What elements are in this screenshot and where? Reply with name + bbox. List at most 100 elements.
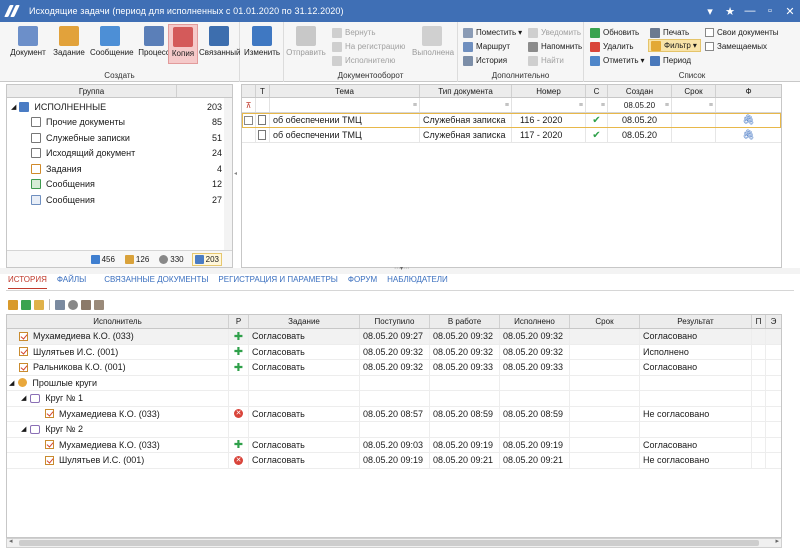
filter-theme[interactable]: ≡ [270,98,420,112]
to-executor-button[interactable]: Исполнителю [332,54,395,67]
notify-button[interactable]: Уведомить [528,26,581,39]
col-type[interactable]: Т [256,85,270,97]
scrollbar-thumb[interactable] [19,540,759,546]
favorite-star-icon[interactable]: ★ [720,5,740,18]
col-deadline[interactable]: Срок [570,315,640,328]
edit-button[interactable]: Изменить [242,24,282,64]
table-row[interactable]: об обеспечении ТМЦ Служебная записка 117… [242,128,781,143]
filter-number[interactable]: ≡ [512,98,586,112]
col-number[interactable]: Номер [512,85,586,97]
collapse-triangle-icon[interactable]: ◢ [9,379,14,387]
table-row[interactable]: Шулятьев И.С. (001) ✕ Согласовать 08.05.… [7,453,781,469]
tree-item-memos[interactable]: Служебные записки 51 [7,130,232,146]
close-button[interactable]: ✕ [780,5,800,18]
clock-icon[interactable] [68,299,78,310]
clear-filter-icon[interactable]: ⊼ [242,98,256,112]
find-button[interactable]: Найти [528,54,564,67]
table-row[interactable]: Мухамедиева К.О. (033) ✕ Согласовать 08.… [7,406,781,422]
col-p[interactable]: П [752,315,766,328]
tree-item-tasks[interactable]: Задания 4 [7,161,232,177]
collapse-triangle-icon[interactable]: ◢ [11,103,16,111]
scroll-right-icon[interactable]: ▸ [775,537,779,545]
col-theme[interactable]: Тема [270,85,420,97]
splitter-grip-icon[interactable]: ⋯▾⋯ [394,265,409,272]
footer-counter-clock[interactable]: 330 [157,253,185,266]
attachment-clip-icon[interactable]: 🖇 [716,128,781,142]
print-preview-icon[interactable] [55,299,65,310]
col-result[interactable]: Результат [640,315,752,328]
tab-files[interactable]: ФАЙЛЫ [57,275,86,289]
filter-files[interactable] [716,98,781,112]
filter-doc-type[interactable]: ≡ [420,98,512,112]
history-button[interactable]: История [463,54,507,67]
footer-counter-all[interactable]: 203 [191,252,222,266]
col-created[interactable]: Создан [608,85,672,97]
tree-node-round-1[interactable]: ◢ Круг № 1 [7,391,781,407]
col-e[interactable]: Э [766,315,781,328]
filter-button[interactable]: Фильтр ▾ [648,39,701,52]
filter-menu-icon[interactable]: ≡ [665,102,669,109]
task-button[interactable]: Задание [49,24,89,64]
tree-item-messages-2[interactable]: Сообщения 27 [7,192,232,208]
linked-button[interactable]: Связанный [199,24,240,64]
filter-deadline[interactable]: ≡ [672,98,716,112]
return-button[interactable]: Вернуть [332,26,375,39]
filter-menu-icon[interactable]: ≡ [601,102,605,109]
route-button[interactable]: Маршрут [463,40,510,53]
mark-button[interactable]: Отметить ▾ [590,54,645,67]
menu-icon[interactable]: ▾ [700,5,720,18]
col-status[interactable]: С [586,85,608,97]
tab-linked-docs[interactable]: СВЯЗАННЫЕ ДОКУМЕНТЫ [104,275,208,289]
col-done[interactable]: Исполнено [500,315,570,328]
table-row[interactable]: Шулятьев И.С. (001) ✚ Согласовать 08.05.… [7,344,781,360]
footer-counter-sent[interactable]: 456 [89,253,117,266]
tree-item-messages-1[interactable]: Сообщения 12 [7,177,232,193]
filter-menu-icon[interactable]: ≡ [505,102,509,109]
folder-icon[interactable] [34,299,44,310]
copy-button[interactable]: Копия [168,24,198,64]
col-deadline[interactable]: Срок [672,85,716,97]
tree-node-past-rounds[interactable]: ◢ Прошлые круги [7,375,781,391]
col-inwork[interactable]: В работе [430,315,500,328]
history-horizontal-scrollbar[interactable]: ◂ ▸ [6,538,782,548]
send-button[interactable]: Отправить [286,24,326,64]
substitutes-checkbox[interactable]: Замещаемых [705,40,767,53]
footer-counter-edited[interactable]: 126 [123,253,151,266]
table-row[interactable]: Ральникова К.О. (001) ✚ Согласовать 08.0… [7,360,781,376]
to-registration-button[interactable]: На регистрацию [332,40,405,53]
group-panel-scrollbar[interactable] [224,98,232,250]
filter-status[interactable]: ≡ [586,98,608,112]
tree-node-round-2[interactable]: ◢ Круг № 2 [7,422,781,438]
horizontal-splitter[interactable]: ⋯▾⋯ [0,265,800,274]
table-row[interactable]: Мухамедиева К.О. (033) ✚ Согласовать 08.… [7,329,781,345]
own-docs-checkbox[interactable]: Свои документы [705,26,778,39]
table-row[interactable]: Мухамедиева К.О. (033) ✚ Согласовать 08.… [7,437,781,453]
period-button[interactable]: Период [650,54,691,67]
collapse-triangle-icon[interactable]: ◢ [21,394,26,402]
message-button[interactable]: Сообщение [90,24,134,64]
filter-menu-icon[interactable]: ≡ [709,102,713,109]
scroll-left-icon[interactable]: ◂ [9,537,13,545]
users-icon[interactable] [81,299,91,310]
tree-item-other-docs[interactable]: Прочие документы 85 [7,115,232,131]
tree-item-executed[interactable]: ◢ ИСПОЛНЕННЫЕ 203 [7,99,232,115]
col-task[interactable]: Задание [249,315,360,328]
tree-item-outgoing-doc[interactable]: Исходящий документ 24 [7,146,232,162]
place-button[interactable]: Поместить ▾ [463,26,522,39]
tab-observers[interactable]: НАБЛЮДАТЕЛИ [387,275,448,289]
filter-menu-icon[interactable]: ≡ [579,102,583,109]
row-checkbox[interactable] [242,113,256,127]
col-received[interactable]: Поступило [360,315,430,328]
tab-forum[interactable]: ФОРУМ [348,275,377,289]
executed-button[interactable]: Выполнена [412,24,454,64]
tab-registration[interactable]: РЕГИСТРАЦИЯ И ПАРАМЕТРЫ [218,275,337,289]
collapse-triangle-icon[interactable]: ◢ [21,425,26,433]
delete-button[interactable]: Удалить [590,40,634,53]
col-doc-type[interactable]: Тип документа [420,85,512,97]
col-files[interactable]: Ф [716,85,781,97]
table-row[interactable]: об обеспечении ТМЦ Служебная записка 116… [242,113,781,128]
refresh-button[interactable]: Обновить [590,26,639,39]
col-r[interactable]: Р [229,315,249,328]
col-executor[interactable]: Исполнитель [7,315,229,328]
filter-type[interactable] [256,98,270,112]
